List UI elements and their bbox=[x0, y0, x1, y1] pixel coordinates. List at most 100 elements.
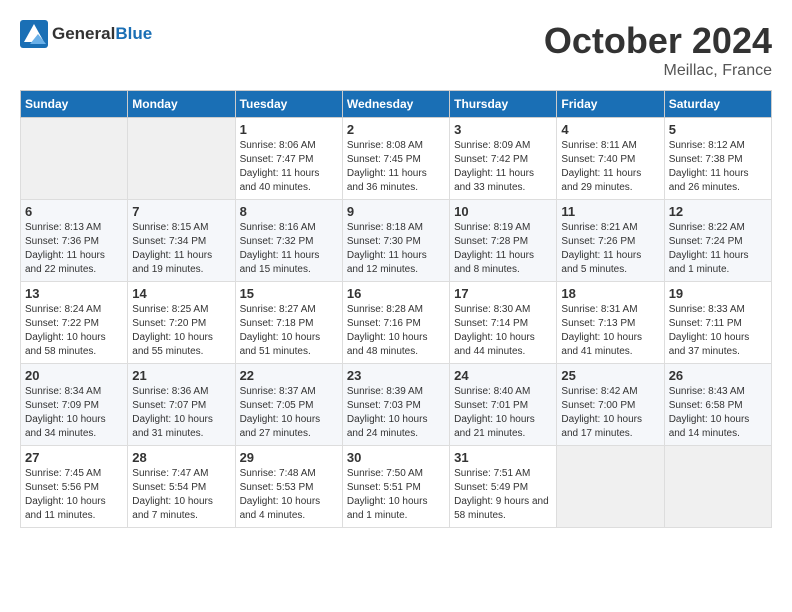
day-info: Sunrise: 8:06 AMSunset: 7:47 PMDaylight:… bbox=[240, 139, 338, 195]
day-info: Sunrise: 8:24 AMSunset: 7:22 PMDaylight:… bbox=[25, 303, 123, 359]
day-number: 20 bbox=[25, 368, 123, 383]
calendar-cell: 6 Sunrise: 8:13 AMSunset: 7:36 PMDaylight… bbox=[21, 200, 128, 282]
calendar-cell bbox=[128, 118, 235, 200]
calendar-cell: 30 Sunrise: 7:50 AMSunset: 5:51 PMDayligh… bbox=[342, 446, 449, 528]
day-number: 28 bbox=[132, 450, 230, 465]
day-info: Sunrise: 7:48 AMSunset: 5:53 PMDaylight:… bbox=[240, 467, 338, 523]
calendar-cell: 17 Sunrise: 8:30 AMSunset: 7:14 PMDayligh… bbox=[450, 282, 557, 364]
day-number: 23 bbox=[347, 368, 445, 383]
day-info: Sunrise: 8:31 AMSunset: 7:13 PMDaylight:… bbox=[561, 303, 659, 359]
calendar-cell bbox=[557, 446, 664, 528]
day-number: 11 bbox=[561, 204, 659, 219]
calendar-cell: 28 Sunrise: 7:47 AMSunset: 5:54 PMDayligh… bbox=[128, 446, 235, 528]
day-number: 29 bbox=[240, 450, 338, 465]
day-info: Sunrise: 8:37 AMSunset: 7:05 PMDaylight:… bbox=[240, 385, 338, 441]
day-info: Sunrise: 8:12 AMSunset: 7:38 PMDaylight:… bbox=[669, 139, 767, 195]
day-info: Sunrise: 8:22 AMSunset: 7:24 PMDaylight:… bbox=[669, 221, 767, 277]
calendar-cell: 2Sunrise: 8:08 AMSunset: 7:45 PMDaylight… bbox=[342, 118, 449, 200]
day-number: 13 bbox=[25, 286, 123, 301]
day-info: Sunrise: 8:25 AMSunset: 7:20 PMDaylight:… bbox=[132, 303, 230, 359]
day-number: 6 bbox=[25, 204, 123, 219]
day-info: Sunrise: 8:27 AMSunset: 7:18 PMDaylight:… bbox=[240, 303, 338, 359]
day-number: 25 bbox=[561, 368, 659, 383]
day-number: 26 bbox=[669, 368, 767, 383]
day-info: Sunrise: 8:19 AMSunset: 7:28 PMDaylight:… bbox=[454, 221, 552, 277]
day-info: Sunrise: 8:11 AMSunset: 7:40 PMDaylight:… bbox=[561, 139, 659, 195]
day-number: 9 bbox=[347, 204, 445, 219]
day-info: Sunrise: 8:30 AMSunset: 7:14 PMDaylight:… bbox=[454, 303, 552, 359]
calendar-table: SundayMondayTuesdayWednesdayThursdayFrid… bbox=[20, 90, 772, 528]
calendar-cell: 27 Sunrise: 7:45 AMSunset: 5:56 PMDayligh… bbox=[21, 446, 128, 528]
calendar-cell: 23 Sunrise: 8:39 AMSunset: 7:03 PMDayligh… bbox=[342, 364, 449, 446]
day-info: Sunrise: 8:40 AMSunset: 7:01 PMDaylight:… bbox=[454, 385, 552, 441]
day-number: 16 bbox=[347, 286, 445, 301]
day-number: 8 bbox=[240, 204, 338, 219]
calendar-cell: 15 Sunrise: 8:27 AMSunset: 7:18 PMDayligh… bbox=[235, 282, 342, 364]
calendar-cell: 24 Sunrise: 8:40 AMSunset: 7:01 PMDayligh… bbox=[450, 364, 557, 446]
calendar-cell: 26 Sunrise: 8:43 AMSunset: 6:58 PMDayligh… bbox=[664, 364, 771, 446]
day-number: 3 bbox=[454, 122, 552, 137]
calendar-cell: 10 Sunrise: 8:19 AMSunset: 7:28 PMDayligh… bbox=[450, 200, 557, 282]
logo-icon bbox=[20, 20, 48, 48]
day-number: 30 bbox=[347, 450, 445, 465]
calendar-cell: 1 Sunrise: 8:06 AMSunset: 7:47 PMDaylight… bbox=[235, 118, 342, 200]
calendar-cell: 11Sunrise: 8:21 AMSunset: 7:26 PMDayligh… bbox=[557, 200, 664, 282]
day-number: 17 bbox=[454, 286, 552, 301]
calendar-cell: 12 Sunrise: 8:22 AMSunset: 7:24 PMDayligh… bbox=[664, 200, 771, 282]
day-number: 2 bbox=[347, 122, 445, 137]
day-number: 5 bbox=[669, 122, 767, 137]
day-info: Sunrise: 8:43 AMSunset: 6:58 PMDaylight:… bbox=[669, 385, 767, 441]
day-number: 18 bbox=[561, 286, 659, 301]
calendar-cell: 29 Sunrise: 7:48 AMSunset: 5:53 PMDayligh… bbox=[235, 446, 342, 528]
weekday-header-saturday: Saturday bbox=[664, 91, 771, 118]
calendar-cell: 14 Sunrise: 8:25 AMSunset: 7:20 PMDayligh… bbox=[128, 282, 235, 364]
location-title: Meillac, France bbox=[544, 62, 772, 80]
calendar-cell bbox=[21, 118, 128, 200]
day-info: Sunrise: 8:28 AMSunset: 7:16 PMDaylight:… bbox=[347, 303, 445, 359]
calendar-cell: 20 Sunrise: 8:34 AMSunset: 7:09 PMDayligh… bbox=[21, 364, 128, 446]
day-number: 1 bbox=[240, 122, 338, 137]
day-number: 31 bbox=[454, 450, 552, 465]
weekday-header-friday: Friday bbox=[557, 91, 664, 118]
calendar-cell: 18 Sunrise: 8:31 AMSunset: 7:13 PMDayligh… bbox=[557, 282, 664, 364]
logo: GeneralBlue bbox=[20, 20, 152, 48]
day-info: Sunrise: 8:33 AMSunset: 7:11 PMDaylight:… bbox=[669, 303, 767, 359]
day-info: Sunrise: 8:42 AMSunset: 7:00 PMDaylight:… bbox=[561, 385, 659, 441]
day-number: 7 bbox=[132, 204, 230, 219]
day-info: Sunrise: 7:51 AMSunset: 5:49 PMDaylight:… bbox=[454, 467, 552, 523]
day-number: 27 bbox=[25, 450, 123, 465]
calendar-cell: 21 Sunrise: 8:36 AMSunset: 7:07 PMDayligh… bbox=[128, 364, 235, 446]
day-number: 10 bbox=[454, 204, 552, 219]
day-number: 4 bbox=[561, 122, 659, 137]
month-title: October 2024 bbox=[544, 20, 772, 62]
day-info: Sunrise: 8:18 AMSunset: 7:30 PMDaylight:… bbox=[347, 221, 445, 277]
weekday-header-sunday: Sunday bbox=[21, 91, 128, 118]
calendar-cell: 9 Sunrise: 8:18 AMSunset: 7:30 PMDaylight… bbox=[342, 200, 449, 282]
day-info: Sunrise: 8:39 AMSunset: 7:03 PMDaylight:… bbox=[347, 385, 445, 441]
day-info: Sunrise: 8:13 AMSunset: 7:36 PMDaylight:… bbox=[25, 221, 123, 277]
weekday-header-thursday: Thursday bbox=[450, 91, 557, 118]
day-number: 12 bbox=[669, 204, 767, 219]
day-number: 15 bbox=[240, 286, 338, 301]
day-number: 24 bbox=[454, 368, 552, 383]
day-info: Sunrise: 7:47 AMSunset: 5:54 PMDaylight:… bbox=[132, 467, 230, 523]
weekday-header-monday: Monday bbox=[128, 91, 235, 118]
day-info: Sunrise: 8:15 AMSunset: 7:34 PMDaylight:… bbox=[132, 221, 230, 277]
day-info: Sunrise: 7:50 AMSunset: 5:51 PMDaylight:… bbox=[347, 467, 445, 523]
calendar-cell: 16 Sunrise: 8:28 AMSunset: 7:16 PMDayligh… bbox=[342, 282, 449, 364]
day-info: Sunrise: 8:36 AMSunset: 7:07 PMDaylight:… bbox=[132, 385, 230, 441]
day-number: 21 bbox=[132, 368, 230, 383]
calendar-cell: 31 Sunrise: 7:51 AMSunset: 5:49 PMDayligh… bbox=[450, 446, 557, 528]
calendar-cell: 13 Sunrise: 8:24 AMSunset: 7:22 PMDayligh… bbox=[21, 282, 128, 364]
calendar-cell: 8Sunrise: 8:16 AMSunset: 7:32 PMDaylight… bbox=[235, 200, 342, 282]
day-info: Sunrise: 7:45 AMSunset: 5:56 PMDaylight:… bbox=[25, 467, 123, 523]
calendar-cell bbox=[664, 446, 771, 528]
calendar-cell: 3Sunrise: 8:09 AMSunset: 7:42 PMDaylight… bbox=[450, 118, 557, 200]
day-info: Sunrise: 8:34 AMSunset: 7:09 PMDaylight:… bbox=[25, 385, 123, 441]
title-area: October 2024 Meillac, France bbox=[544, 20, 772, 80]
day-number: 14 bbox=[132, 286, 230, 301]
calendar-cell: 22 Sunrise: 8:37 AMSunset: 7:05 PMDayligh… bbox=[235, 364, 342, 446]
day-number: 19 bbox=[669, 286, 767, 301]
weekday-header-wednesday: Wednesday bbox=[342, 91, 449, 118]
day-number: 22 bbox=[240, 368, 338, 383]
